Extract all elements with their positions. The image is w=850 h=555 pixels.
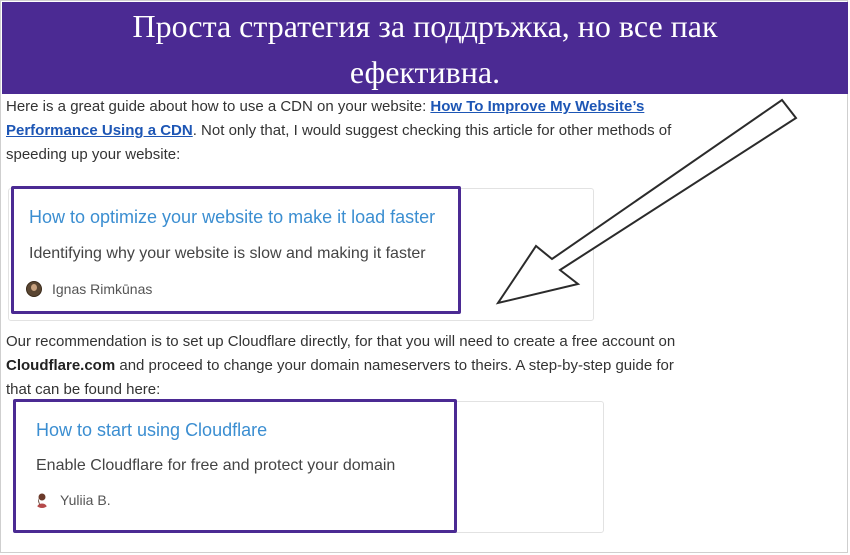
- annotation-arrow-icon: [495, 98, 798, 305]
